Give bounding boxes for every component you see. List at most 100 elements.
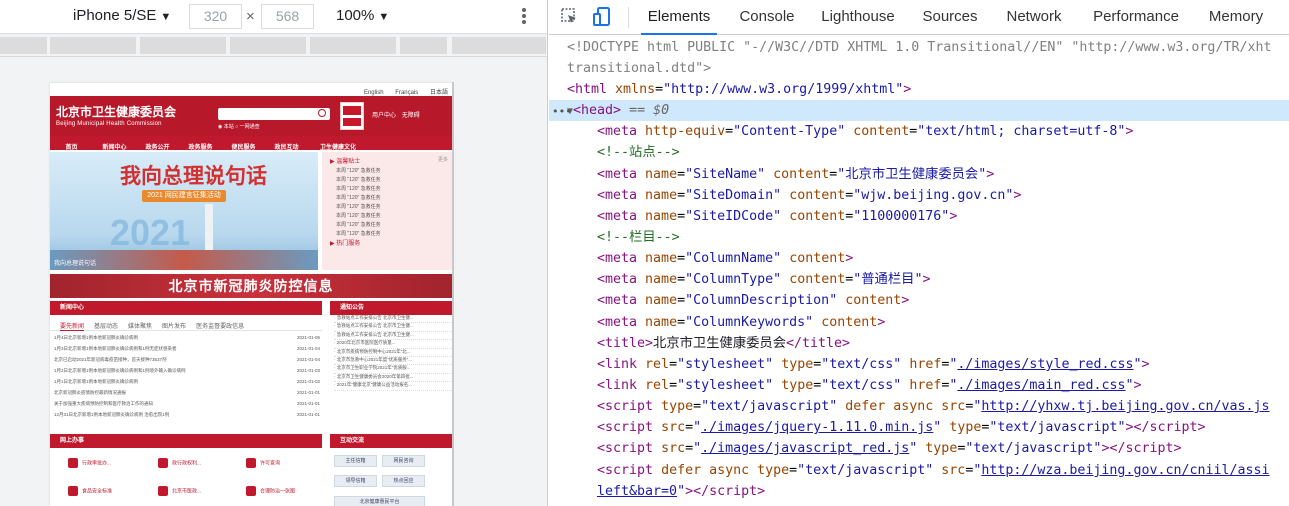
notice-item[interactable]: · 2020年北京市医院医疗质量...: [334, 340, 452, 349]
width-input[interactable]: 320: [189, 4, 242, 29]
news-row[interactable]: 1月3日北京新增1例本地新冠肺炎确诊病例和1例无症状感染者 2021-01-04: [54, 346, 320, 354]
news-tab[interactable]: 媒体聚焦: [128, 324, 152, 330]
tab-sources[interactable]: Sources: [916, 0, 984, 35]
height-input[interactable]: 568: [261, 4, 314, 29]
tips-item[interactable]: 本周 "120" 急救任务: [336, 194, 381, 201]
resource-link[interactable]: ./images/jquery-1.11.0.min.js: [701, 420, 933, 435]
search-icon[interactable]: [318, 109, 326, 117]
news-more-link[interactable]: 更多>>: [302, 305, 318, 312]
tab-lighthouse[interactable]: Lighthouse: [815, 0, 901, 35]
notice-item[interactable]: · 北京市卫生健康委员会2020年第四批...: [334, 374, 452, 383]
interact-button[interactable]: 主任信箱: [334, 455, 377, 467]
dom-node-meta[interactable]: <meta http-equiv="Content-Type" content=…: [549, 121, 1289, 142]
resource-link[interactable]: http://yhxw.tj.beijing.gov.cn/vas.js: [981, 399, 1269, 414]
news-row[interactable]: 关于加强重大疾病预防控制和医疗救治工作的通知 2021-01-01: [54, 401, 320, 409]
accessibility-link[interactable]: 无障碍: [402, 113, 420, 119]
tab-performance[interactable]: Performance: [1084, 0, 1188, 35]
dom-node-comment[interactable]: <!--栏目-->: [549, 227, 1289, 248]
tab-elements[interactable]: Elements: [641, 0, 717, 35]
news-row[interactable]: 北京新冠肺炎疫情防控最新情况通报 2021-01-01: [54, 390, 320, 398]
notice-item[interactable]: · 急救站点工作安排公告 北京市卫生健...: [334, 323, 452, 332]
notice-item[interactable]: · 北京市急救中心2021年度“优质服务”...: [334, 357, 452, 366]
resource-link[interactable]: ./images/javascript_red.js: [701, 441, 909, 456]
viewport-scrollbar[interactable]: [452, 82, 454, 506]
tips-item[interactable]: 本周 "120" 急救任务: [336, 176, 381, 183]
notice-item[interactable]: · 北京市卫生职业学院2021年“优质服...: [334, 365, 452, 374]
dom-node-html[interactable]: <html xmlns="http://www.w3.org/1999/xhtm…: [549, 79, 1289, 100]
dom-node-meta[interactable]: <meta name="SiteName" content="北京市卫生健康委员…: [549, 164, 1289, 185]
scope-all[interactable]: ○ 一网通查: [235, 124, 259, 130]
carousel-dots[interactable]: [282, 260, 312, 270]
dom-node-script[interactable]: <script src="./images/javascript_red.js"…: [549, 438, 1289, 459]
promo-banner[interactable]: 2021 我向总理说句话 2021 网民建言征集活动 我向总理说句话: [50, 152, 318, 270]
dom-node-script[interactable]: <script defer async type="text/javascrip…: [549, 460, 1289, 481]
dom-node-meta[interactable]: <meta name="ColumnDescription" content>: [549, 290, 1289, 311]
media-query-bar[interactable]: [0, 35, 547, 57]
dom-node-comment[interactable]: <!--站点-->: [549, 142, 1289, 163]
dom-node-script-cont[interactable]: left&bar=0"></script>: [549, 481, 1289, 502]
interact-button[interactable]: 网民咨询: [382, 455, 425, 467]
search-scope[interactable]: ◉ 本站 ○ 一网通查: [218, 123, 260, 130]
service-item[interactable]: 行政审批办...: [68, 458, 111, 468]
tips-item[interactable]: 本周 "120" 急救任务: [336, 212, 381, 219]
tab-network[interactable]: Network: [998, 0, 1070, 35]
news-tab[interactable]: 基层动态: [94, 324, 118, 330]
interact-button[interactable]: 领导信箱: [334, 475, 377, 487]
news-tab[interactable]: 图片发布: [162, 324, 186, 330]
dom-node-meta[interactable]: <meta name="ColumnKeywords" content>: [549, 312, 1289, 333]
notice-item[interactable]: · 急救站点工作安排公告 北京市卫生健...: [334, 332, 452, 341]
news-row[interactable]: 1月2日北京新增1例本地新冠肺炎确诊病例和1例境外输入确诊病例 2021-01-0…: [54, 368, 320, 376]
dom-node-script[interactable]: <script src="./images/jquery-1.11.0.min.…: [549, 417, 1289, 438]
resource-link[interactable]: ./images/style_red.css: [957, 357, 1133, 372]
news-row[interactable]: 1月1日北京新增1例本地新冠肺炎确诊病例 2021-01-02: [54, 379, 320, 387]
resource-link[interactable]: left&bar=0: [597, 484, 677, 499]
tips-item[interactable]: 本周 "120" 急救任务: [336, 230, 381, 237]
device-select[interactable]: iPhone 5/SE ▼: [73, 7, 171, 24]
dom-node-meta[interactable]: <meta name="ColumnType" content="普通栏目">: [549, 269, 1289, 290]
notice-item[interactable]: · 急救站点工作安排公告 北京市卫生健...: [334, 315, 452, 324]
ellipsis-icon[interactable]: •••: [552, 101, 572, 122]
notice-item[interactable]: · 2021年“健康北京”健康公益活动报名...: [334, 382, 452, 391]
zoom-select[interactable]: 100% ▼: [336, 7, 389, 24]
more-options-icon[interactable]: [517, 6, 531, 28]
news-row[interactable]: 12月31日北京新增1例本地新冠肺炎确诊病例 治愈出院1例 2021-01-01: [54, 412, 320, 420]
tips-item[interactable]: 本周 "120" 急救任务: [336, 167, 381, 174]
services-more-link[interactable]: 更多>>: [302, 438, 318, 445]
dom-node-script[interactable]: <script type="text/javascript" defer asy…: [549, 396, 1289, 417]
service-item[interactable]: 许可查询: [246, 458, 280, 468]
tips-more-link[interactable]: 更多: [438, 156, 448, 163]
news-row[interactable]: 1月4日北京新增1例本地新冠肺炎确诊病例 2021-01-05: [54, 335, 320, 343]
tips-item[interactable]: 本周 "120" 急救任务: [336, 185, 381, 192]
resource-link[interactable]: ./images/main_red.css: [957, 378, 1125, 393]
dom-node-meta[interactable]: <meta name="SiteIDCode" content="1100000…: [549, 206, 1289, 227]
tab-memory[interactable]: Memory: [1200, 0, 1272, 35]
service-item[interactable]: 政行政权利...: [158, 458, 201, 468]
dom-node-link[interactable]: <link rel="stylesheet" type="text/css" h…: [549, 354, 1289, 375]
covid-info-banner[interactable]: 北京市新冠肺炎防控信息: [50, 274, 452, 298]
interact-button[interactable]: 北京健康惠民平台: [334, 496, 425, 506]
notice-item[interactable]: · 北京市疾病预防控制中心2021年“北...: [334, 349, 452, 357]
dom-node-meta[interactable]: <meta name="SiteDomain" content="wjw.bei…: [549, 185, 1289, 206]
news-row[interactable]: 北京已启动2021年新冠病毒疫苗接种，首天接种73537剂 2021-01-04: [54, 357, 320, 365]
resource-link[interactable]: http://wza.beijing.gov.cn/cniil/assi: [981, 463, 1269, 478]
dom-node-title[interactable]: <title>北京市卫生健康委员会</title>: [549, 333, 1289, 354]
news-tab[interactable]: 医务监督要政信息: [196, 324, 244, 330]
dom-node-link[interactable]: <link rel="stylesheet" type="text/css" h…: [549, 375, 1289, 396]
service-item[interactable]: 合理防治一张图: [246, 486, 295, 496]
dom-node-doctype-cont[interactable]: transitional.dtd">: [549, 58, 1289, 79]
site-name[interactable]: 北京市卫生健康委员会: [56, 103, 176, 120]
interact-button[interactable]: 热点回应: [382, 475, 425, 487]
hot-services-title[interactable]: ▶ 热门服务: [330, 238, 360, 247]
device-toggle-icon[interactable]: [593, 7, 611, 27]
tips-item[interactable]: 本周 "120" 急救任务: [336, 221, 381, 228]
scope-site[interactable]: ◉ 本站: [218, 124, 234, 130]
tab-console[interactable]: Console: [731, 0, 803, 35]
user-center-link[interactable]: 用户中心: [372, 113, 396, 119]
dom-node-meta[interactable]: <meta name="ColumnName" content>: [549, 248, 1289, 269]
service-item[interactable]: 北京市医政...: [158, 486, 201, 496]
news-tab[interactable]: 要先新闻: [60, 324, 85, 331]
dom-node-doctype[interactable]: <!DOCTYPE html PUBLIC "-//W3C//DTD XHTML…: [549, 37, 1289, 58]
service-item[interactable]: 食品安全标准: [68, 486, 112, 496]
site-search-input[interactable]: [218, 108, 330, 120]
dom-node-head-selected[interactable]: ••• ▼<head> == $0: [549, 100, 1289, 121]
